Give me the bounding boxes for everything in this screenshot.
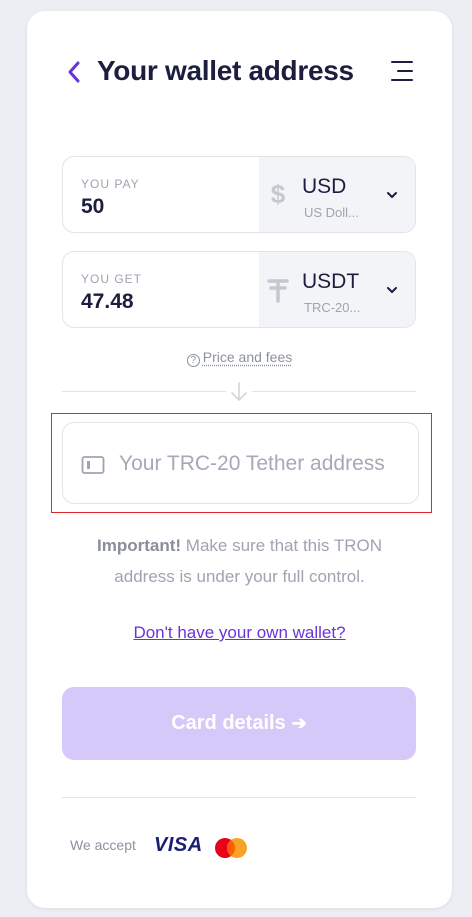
you-pay-label: YOU PAY xyxy=(81,177,140,191)
back-button[interactable] xyxy=(61,55,87,89)
dollar-icon: $ xyxy=(271,179,286,209)
widget-card: Your wallet address YOU PAY 50 $ USD US … xyxy=(27,11,452,908)
no-wallet-link[interactable]: Don't have your own wallet? xyxy=(27,623,452,643)
tether-icon xyxy=(267,279,289,303)
you-get-amount: 47.48 xyxy=(81,290,134,313)
pay-currency-code: USD xyxy=(302,175,347,198)
card-details-label: Card details xyxy=(171,712,286,734)
you-get-amount-area: YOU GET 47.48 xyxy=(63,252,259,327)
menu-icon xyxy=(391,61,413,81)
wallet-icon xyxy=(81,456,105,474)
wallet-address-field[interactable] xyxy=(62,422,419,504)
pay-currency-selector[interactable]: $ USD US Doll... xyxy=(259,157,415,232)
important-label: Important! xyxy=(97,536,182,555)
pay-currency-name: US Doll... xyxy=(304,205,359,220)
you-pay-amount[interactable]: 50 xyxy=(81,195,104,219)
you-get-label: YOU GET xyxy=(81,272,143,286)
chevron-left-icon xyxy=(68,61,80,83)
price-and-fees-link[interactable]: ? Price and fees xyxy=(27,349,452,367)
footer-divider xyxy=(62,797,416,798)
we-accept-label: We accept xyxy=(70,837,136,853)
page-title: Your wallet address xyxy=(97,55,354,86)
card-details-button[interactable]: Card details ➔ xyxy=(62,687,416,760)
header: Your wallet address xyxy=(27,51,452,93)
get-currency-code: USDT xyxy=(302,270,360,293)
visa-logo: VISA xyxy=(154,834,203,856)
you-get-field: YOU GET 47.48 USDT TRC-20... xyxy=(62,251,416,328)
get-currency-name: TRC-20... xyxy=(304,300,361,315)
question-icon: ? xyxy=(186,354,200,367)
chevron-down-icon xyxy=(387,192,397,198)
chevron-down-icon xyxy=(387,287,397,293)
price-and-fees-label[interactable]: Price and fees xyxy=(203,349,293,365)
svg-text:$: $ xyxy=(271,179,286,209)
wallet-address-input[interactable] xyxy=(119,445,411,483)
get-currency-selector[interactable]: USDT TRC-20... xyxy=(259,252,415,327)
you-pay-amount-area[interactable]: YOU PAY 50 xyxy=(63,157,259,232)
mastercard-logo xyxy=(215,838,247,858)
arrow-down-icon xyxy=(226,380,252,404)
arrow-right-icon: ➔ xyxy=(291,713,307,733)
menu-button[interactable] xyxy=(388,57,416,85)
you-pay-field: YOU PAY 50 $ USD US Doll... xyxy=(62,156,416,233)
important-notice: Important! Make sure that this TRON addr… xyxy=(67,530,412,592)
